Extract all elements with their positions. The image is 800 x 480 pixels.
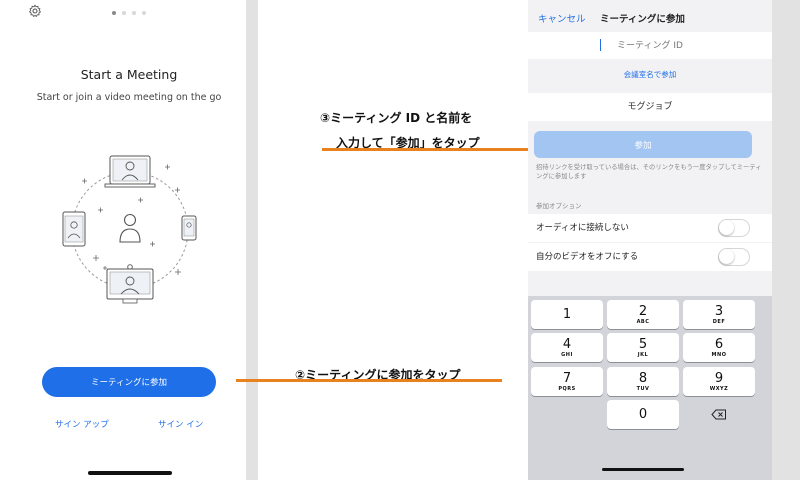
option-label: 自分のビデオをオフにする bbox=[536, 252, 639, 262]
nav-title: ミーティングに参加 bbox=[600, 14, 685, 25]
screen-divider bbox=[772, 0, 800, 480]
key-4[interactable]: 4 GHI bbox=[531, 333, 603, 362]
gear-icon[interactable] bbox=[28, 4, 42, 18]
join-by-room-name-link[interactable]: 会議室名で参加 bbox=[528, 69, 772, 80]
page-dot bbox=[112, 11, 116, 15]
key-7[interactable]: 7 PQRS bbox=[531, 367, 603, 396]
nav-bar: キャンセル ミーティングに参加 bbox=[528, 0, 772, 32]
key-digit: 3 bbox=[714, 303, 724, 319]
backspace-icon bbox=[711, 409, 726, 420]
key-0[interactable]: 0 bbox=[607, 400, 679, 429]
key-1[interactable]: 1 bbox=[531, 300, 603, 329]
cancel-button[interactable]: キャンセル bbox=[538, 11, 586, 25]
annotation-step2-line bbox=[236, 379, 502, 382]
page-dot bbox=[132, 11, 136, 15]
key-6[interactable]: 6 MNO bbox=[683, 333, 755, 362]
key-digit: 1 bbox=[562, 306, 572, 322]
join-screen: キャンセル ミーティングに参加 会議室名で参加 モグジョブ 参加 招待リンクを受… bbox=[528, 0, 772, 480]
key-letters: JKL bbox=[637, 351, 649, 358]
key-digit: 5 bbox=[638, 336, 648, 352]
key-digit: 8 bbox=[638, 370, 648, 386]
key-5[interactable]: 5 JKL bbox=[607, 333, 679, 362]
key-letters: GHI bbox=[561, 351, 573, 358]
key-letters: DEF bbox=[712, 318, 726, 325]
key-digit: 9 bbox=[714, 370, 724, 386]
join-meeting-button[interactable]: ミーティングに参加 bbox=[42, 367, 216, 397]
video-off-toggle[interactable] bbox=[718, 248, 750, 266]
text-caret bbox=[600, 39, 601, 51]
key-letters: TUV bbox=[636, 385, 650, 392]
meeting-id-input[interactable] bbox=[528, 32, 772, 59]
invite-link-note: 招待リンクを受け取っている場合は、そのリンクをもう一度タップしてミーティングに参… bbox=[536, 164, 762, 180]
name-value: モグジョブ bbox=[627, 102, 673, 112]
page-dot bbox=[142, 11, 146, 15]
annotation-step3-line1: ③ミーティング ID と名前を bbox=[320, 111, 473, 125]
numeric-keypad: 1 2 ABC 3 DEF 4 GHI 5 JKL 6 MNO 7 PQRS 8 TUV 9W… bbox=[528, 296, 772, 480]
key-digit: 4 bbox=[562, 336, 572, 352]
key-digit: 7 bbox=[562, 370, 572, 386]
no-audio-toggle[interactable] bbox=[718, 219, 750, 237]
option-label: オーディオに接続しない bbox=[536, 223, 629, 233]
sign-in-link[interactable]: サイン イン bbox=[158, 418, 203, 430]
key-3[interactable]: 3 DEF bbox=[683, 300, 755, 329]
meeting-illustration bbox=[62, 155, 197, 304]
key-letters: PQRS bbox=[558, 385, 576, 392]
key-letters: ABC bbox=[636, 318, 650, 325]
page-title: Start a Meeting bbox=[80, 67, 178, 82]
key-digit: 2 bbox=[638, 303, 648, 319]
page-subtitle: Start or join a video meeting on the go bbox=[36, 92, 222, 103]
option-row-no-audio: オーディオに接続しない bbox=[528, 214, 772, 242]
delete-key[interactable] bbox=[683, 400, 755, 429]
screen-divider bbox=[246, 0, 258, 480]
meeting-id-field[interactable] bbox=[528, 32, 772, 59]
start-screen: Start a Meeting Start or join a video me… bbox=[0, 0, 246, 480]
key-letters: MNO bbox=[711, 351, 727, 358]
page-dot bbox=[122, 11, 126, 15]
name-field[interactable]: モグジョブ bbox=[528, 93, 772, 121]
key-9[interactable]: 9 WXYZ bbox=[683, 367, 755, 396]
key-letters: WXYZ bbox=[709, 385, 729, 392]
join-button[interactable]: 参加 bbox=[534, 131, 752, 158]
key-digit: 0 bbox=[638, 406, 648, 422]
key-digit: 6 bbox=[714, 336, 724, 352]
join-options-header: 参加オプション bbox=[536, 202, 582, 210]
key-2[interactable]: 2 ABC bbox=[607, 300, 679, 329]
sign-up-link[interactable]: サイン アップ bbox=[55, 418, 109, 430]
home-indicator bbox=[602, 468, 684, 471]
home-indicator bbox=[88, 471, 172, 475]
option-row-video-off: 自分のビデオをオフにする bbox=[528, 243, 772, 271]
page-indicator bbox=[112, 11, 146, 15]
key-8[interactable]: 8 TUV bbox=[607, 367, 679, 396]
